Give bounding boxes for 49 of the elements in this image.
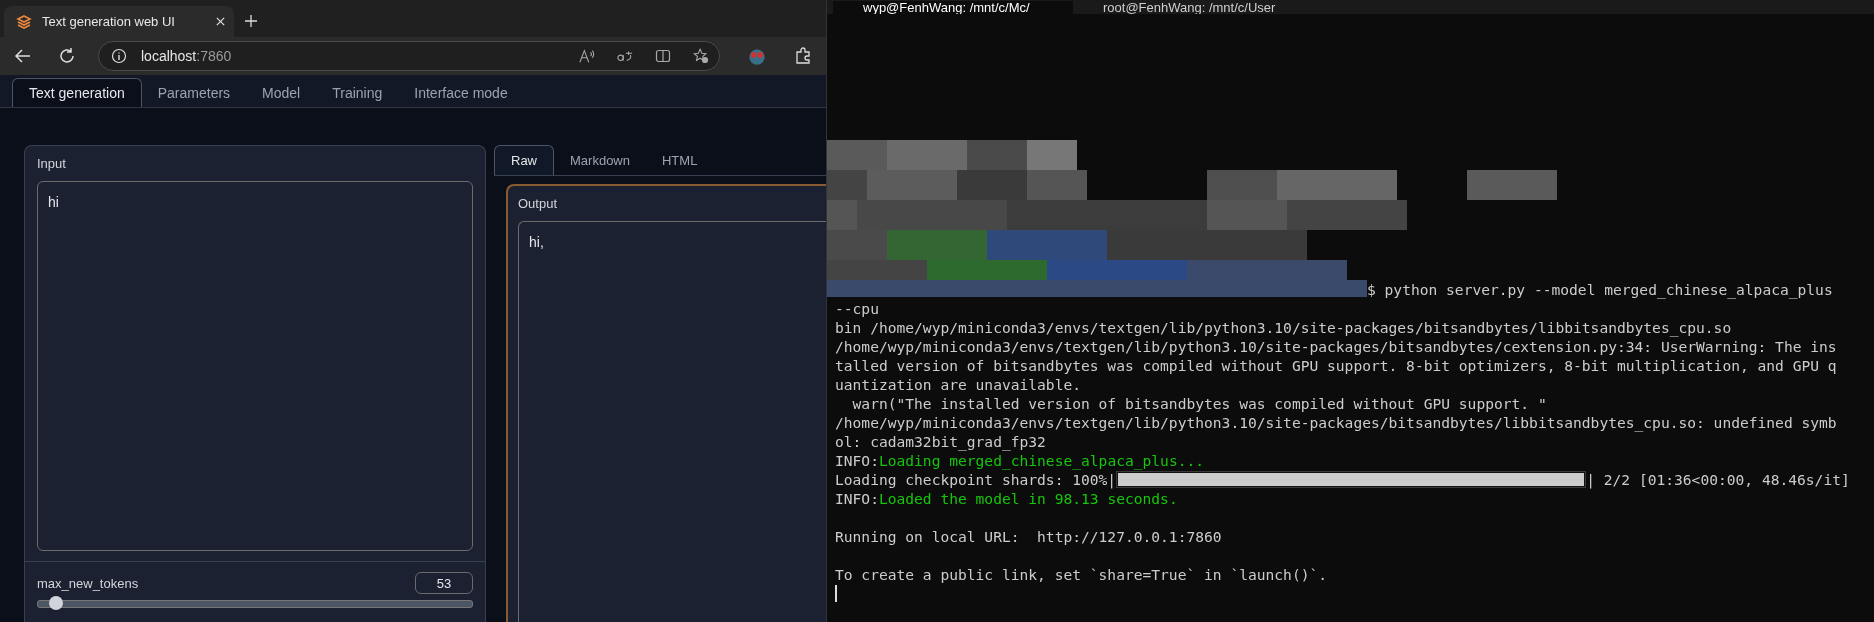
number-field[interactable]: 53	[415, 572, 473, 594]
terminal-line: $ python server.py --model merged_chinese_alpaca_plus	[1367, 280, 1833, 299]
terminal-line: bin /home/wyp/miniconda3/envs/textgen/lib/python3.10/site-packages/bitsandbytes/libbitsandbytes_cpu.so	[835, 318, 1733, 337]
tab-title: Text generation web UI	[42, 14, 176, 29]
back-icon[interactable]	[14, 47, 32, 65]
slider-thumb[interactable]	[49, 596, 64, 610]
app-tab[interactable]: Interface mode	[398, 79, 524, 107]
app-tab[interactable]: Parameters	[141, 79, 247, 107]
terminal-line: talled version of bitsandbytes was compiled without GPU support. 8-bit optimizers, 8-bit multiplication, and GPU q	[835, 356, 1838, 375]
app-tab[interactable]: Model	[246, 79, 317, 107]
extensions-icon[interactable]	[794, 47, 812, 65]
output-tab[interactable]: Raw	[494, 145, 554, 175]
address-bar[interactable]: localhost:7860	[98, 41, 720, 71]
log-message: Loaded the model in 98.13 seconds.	[878, 490, 1178, 507]
terminal-tab[interactable]: wyp@FenhWang: /mnt/c/Mc/	[833, 1, 1073, 14]
refresh-icon[interactable]	[58, 47, 76, 65]
terminal-line: --cpu	[835, 299, 880, 318]
url-text: localhost:7860	[141, 48, 232, 64]
input-field[interactable]: hi	[37, 181, 473, 551]
app-tab[interactable]: Text generation	[12, 78, 142, 107]
log-level: INFO:	[835, 490, 879, 507]
slider-label: max_new_tokens	[37, 575, 139, 591]
close-icon[interactable]	[215, 16, 226, 27]
text-cursor	[835, 585, 837, 602]
favorite-add-icon[interactable]	[693, 48, 709, 64]
input-label: Input	[37, 156, 67, 171]
app-tab[interactable]: Training	[316, 79, 399, 107]
terminal-line: warn("The installed version of bitsandbytes was compiled without GPU support. "	[851, 394, 1548, 413]
progress-label: Loading checkpoint shards: 100%|	[835, 470, 1117, 489]
log-message: Loading merged_chinese_alpaca_plus...	[878, 452, 1205, 469]
cube-icon	[16, 13, 32, 30]
terminal-line: /home/wyp/miniconda3/envs/textgen/lib/python3.10/site-packages/bitsandbytes/cextension.py:34: UserWarning: The ins	[835, 337, 1838, 356]
terminal-line: /home/wyp/miniconda3/envs/textgen/lib/python3.10/site-packages/bitsandbytes/libbitsandbytes_cpu.so: undefined symb	[835, 413, 1838, 432]
output-tab[interactable]: HTML	[646, 145, 714, 175]
terminal-line: To create a public link, set `share=True` in `launch()`.	[835, 565, 1329, 584]
progress-reading: | 2/2 [01:36<00:00, 48.46s/it]	[1586, 470, 1850, 489]
terminal-tab[interactable]: root@FenhWang: /mnt/c/User	[1073, 1, 1313, 14]
log-level: INFO:	[835, 452, 879, 469]
output-field[interactable]: hi,	[518, 221, 826, 622]
info-icon	[111, 48, 127, 64]
output-tab[interactable]: Markdown	[554, 145, 646, 175]
terminal-line: Running on local URL: http://127.0.0.1:7860	[835, 527, 1223, 546]
read-aloud-icon[interactable]	[579, 48, 595, 64]
terminal-line: uantization are unavailable.	[835, 375, 1082, 394]
output-label: Output	[518, 196, 559, 211]
split-screen-icon[interactable]	[655, 48, 671, 64]
browser-tab[interactable]: Text generation web UI	[4, 6, 234, 37]
terminal-line: ol: cadam32bit_grad_fp32	[835, 432, 1047, 451]
new-tab-icon[interactable]	[244, 14, 258, 28]
